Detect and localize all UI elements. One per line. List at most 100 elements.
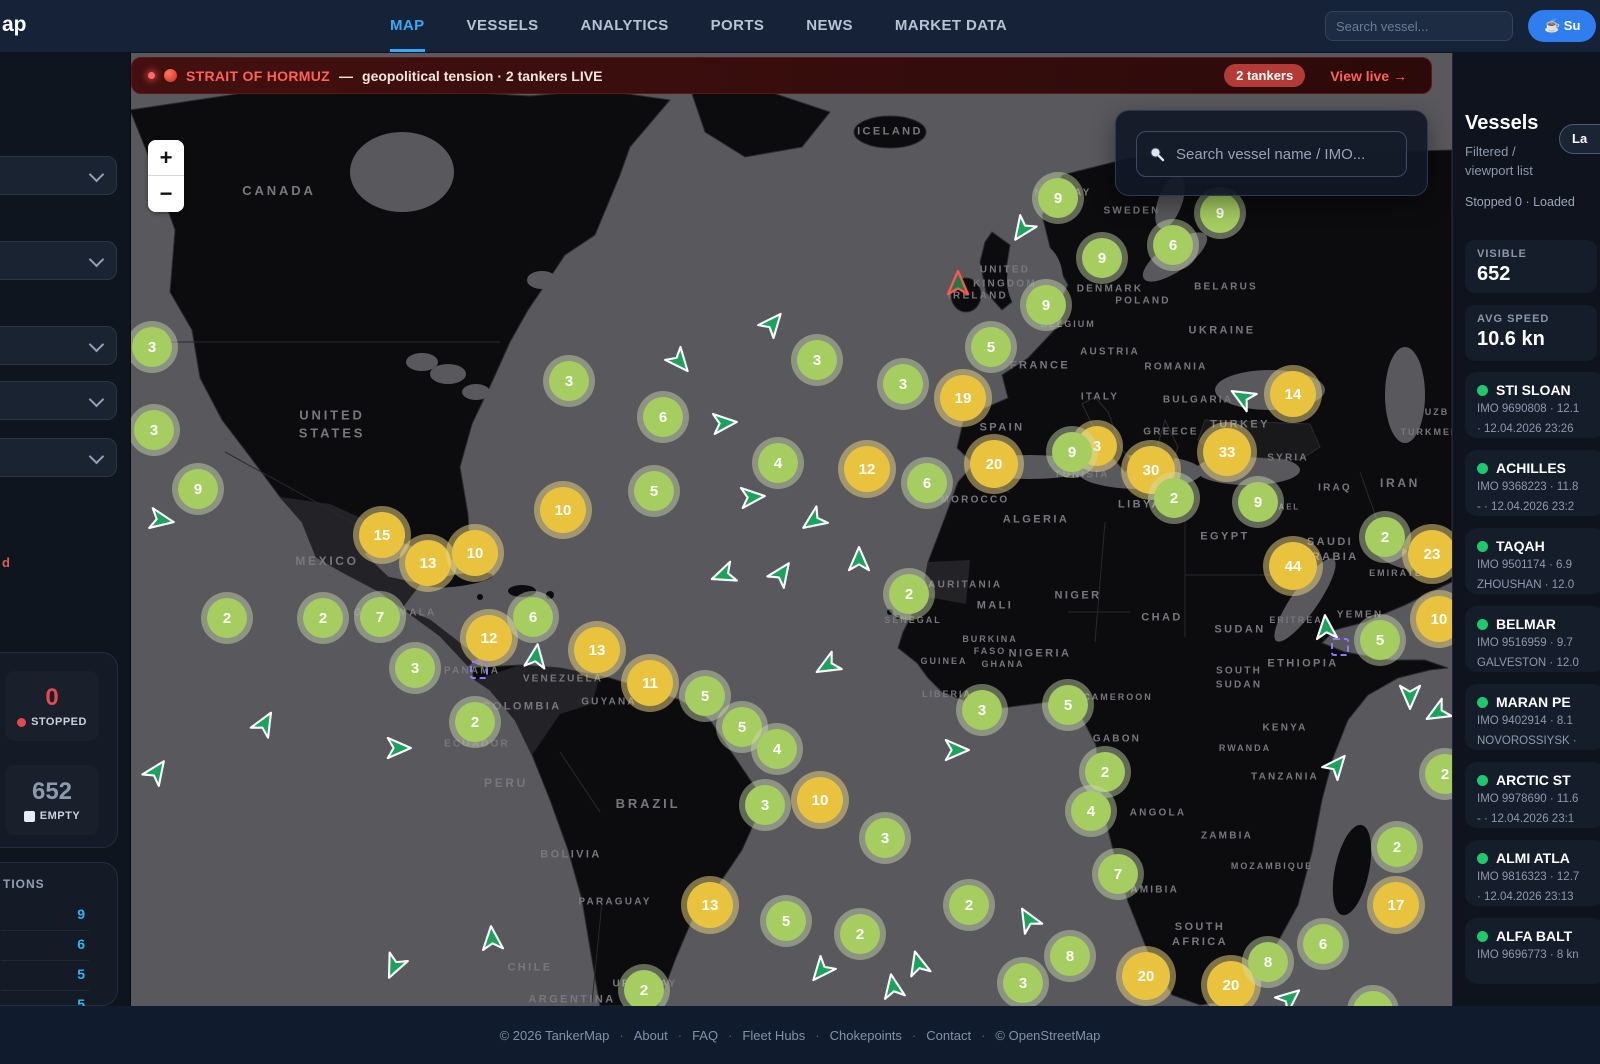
cluster-marker-6[interactable]: 6 [643, 397, 683, 437]
cluster-marker-17[interactable]: 17 [1373, 882, 1419, 928]
cluster-marker-5[interactable]: 5 [766, 901, 806, 941]
cluster-marker-10[interactable]: 10 [797, 777, 843, 823]
cluster-marker-3[interactable]: 3 [549, 361, 589, 401]
cluster-marker-6[interactable]: 6 [907, 463, 947, 503]
cluster-marker-10[interactable]: 10 [452, 530, 498, 576]
cluster-marker-9[interactable]: 9 [1200, 193, 1240, 233]
cluster-marker-2[interactable]: 2 [1365, 517, 1405, 557]
cluster-marker-4[interactable]: 4 [758, 443, 798, 483]
support-button[interactable]: ☕ Su [1528, 10, 1596, 42]
cluster-marker-3[interactable]: 3 [745, 785, 785, 825]
cluster-marker-19[interactable]: 19 [940, 375, 986, 421]
vessel-arrow-marker[interactable] [710, 408, 740, 438]
nav-item-analytics[interactable]: ANALYTICS [581, 0, 669, 49]
cluster-marker-3[interactable]: 3 [132, 327, 172, 367]
cluster-marker-3[interactable]: 3 [134, 410, 174, 450]
cluster-marker-2[interactable]: 2 [840, 914, 880, 954]
cluster-marker-2[interactable]: 2 [889, 574, 929, 614]
vessel-row[interactable]: STI SLOANIMO 9690808 · 12.1· 12.04.2026 … [1465, 372, 1600, 438]
cluster-marker-9[interactable]: 9 [1238, 482, 1278, 522]
vessel-row[interactable]: ALMI ATLAIMO 9816323 · 12.7· 12.04.2026 … [1465, 840, 1600, 906]
cluster-marker-6[interactable]: 6 [513, 597, 553, 637]
zoom-out-button[interactable]: − [148, 176, 184, 212]
cluster-marker-9[interactable]: 9 [1082, 238, 1122, 278]
vessel-arrow-marker[interactable] [477, 923, 507, 953]
vessel-row[interactable]: TAQAHIMO 9501174 · 6.9ZHOUSHAN · 12.0 [1465, 528, 1600, 594]
cluster-marker-33[interactable]: 33 [1203, 428, 1251, 476]
cluster-marker-3[interactable]: 3 [962, 690, 1002, 730]
cluster-marker-3[interactable]: 3 [797, 340, 837, 380]
footer-item-faq[interactable]: FAQ [692, 1028, 718, 1043]
cluster-marker-11[interactable]: 11 [627, 660, 673, 706]
vessel-arrow-marker[interactable] [146, 504, 178, 536]
cluster-marker-7[interactable]: 7 [360, 597, 400, 637]
nav-item-vessels[interactable]: VESSELS [467, 0, 539, 49]
cluster-marker-2[interactable]: 2 [303, 598, 343, 638]
vessel-row[interactable]: ARCTIC STIMO 9978690 · 11.6- · 12.04.202… [1465, 762, 1600, 828]
stopped-card[interactable]: 0 STOPPED [5, 671, 99, 741]
cluster-marker-20[interactable]: 20 [970, 440, 1018, 488]
filter-select-5[interactable] [0, 438, 117, 477]
vessel-arrow-marker[interactable] [520, 640, 552, 672]
cluster-marker-6[interactable]: 6 [1303, 924, 1343, 964]
cluster-marker-5[interactable]: 5 [685, 676, 725, 716]
cluster-marker-20[interactable]: 20 [1122, 952, 1170, 1000]
nav-item-market-data[interactable]: MARKET DATA [895, 0, 1007, 49]
destination-row[interactable]: 9 [1, 901, 89, 931]
cluster-marker-2[interactable]: 2 [1154, 478, 1194, 518]
cluster-marker-23[interactable]: 23 [1408, 530, 1452, 578]
cluster-marker-3[interactable]: 3 [865, 818, 905, 858]
cluster-marker-2[interactable]: 2 [1085, 752, 1125, 792]
cluster-marker-9[interactable]: 9 [1026, 285, 1066, 325]
destination-row[interactable]: 5 [1, 961, 89, 991]
vessel-row[interactable]: BELMARIMO 9516959 · 9.7GALVESTON · 12.0 [1465, 606, 1600, 672]
cluster-marker-44[interactable]: 44 [1269, 542, 1317, 590]
cluster-marker-10[interactable]: 10 [540, 487, 586, 533]
cluster-marker-5[interactable]: 5 [971, 327, 1011, 367]
cluster-marker-8[interactable]: 8 [1248, 942, 1288, 982]
vessel-row[interactable]: MARAN PEIMO 9402914 · 8.1NOVOROSSIYSK · [1465, 684, 1600, 750]
cluster-marker-5[interactable]: 5 [634, 471, 674, 511]
vessel-arrow-marker[interactable] [845, 545, 873, 573]
cluster-marker-13[interactable]: 13 [405, 540, 451, 586]
vessel-arrow-marker[interactable] [385, 734, 413, 762]
cluster-marker-9[interactable]: 9 [1038, 178, 1078, 218]
nav-item-news[interactable]: NEWS [806, 0, 853, 49]
zoom-in-button[interactable]: + [148, 140, 184, 176]
layers-pill-button[interactable]: La [1559, 124, 1600, 154]
view-live-link[interactable]: View live → [1330, 68, 1407, 84]
cluster-marker-4[interactable]: 4 [757, 729, 797, 769]
cluster-marker-20[interactable]: 20 [1207, 961, 1255, 1006]
map-search-field[interactable] [1136, 131, 1407, 177]
search-input[interactable] [1325, 11, 1513, 41]
cluster-marker-12[interactable]: 12 [844, 446, 890, 492]
cluster-marker-5[interactable]: 5 [722, 707, 762, 747]
selected-vessel-marker[interactable] [1331, 638, 1349, 656]
destination-row[interactable]: 6 [1, 931, 89, 961]
filter-select-4[interactable] [0, 381, 117, 420]
vessel-arrow-marker[interactable] [943, 736, 971, 764]
cluster-marker-8[interactable]: 8 [1050, 936, 1090, 976]
cluster-marker-3[interactable]: 3 [1003, 963, 1043, 1003]
vessel-row[interactable]: ACHILLESIMO 9368223 · 11.8- · 12.04.2026… [1465, 450, 1600, 516]
footer-item-chokepoints[interactable]: Chokepoints [830, 1028, 902, 1043]
cluster-marker-14[interactable]: 14 [1270, 371, 1316, 417]
vessel-row[interactable]: ALFA BALTIMO 9696773 · 8 kn [1465, 918, 1600, 984]
footer-item-about[interactable]: About [634, 1028, 668, 1043]
footer-item-fleet-hubs[interactable]: Fleet Hubs [742, 1028, 805, 1043]
alert-banner[interactable]: STRAIT OF HORMUZ — geopolitical tension … [131, 57, 1432, 94]
cluster-marker-6[interactable]: 6 [1153, 225, 1193, 265]
nav-item-map[interactable]: MAP [390, 0, 425, 52]
filter-select-2[interactable] [0, 241, 117, 280]
cluster-marker-2[interactable]: 2 [1377, 827, 1417, 867]
filter-select-3[interactable] [0, 326, 117, 365]
empty-card[interactable]: 652 EMPTY [5, 765, 99, 835]
cluster-marker-2[interactable]: 2 [455, 702, 495, 742]
cluster-marker-12[interactable]: 12 [466, 615, 512, 661]
cluster-marker-13[interactable]: 13 [574, 627, 620, 673]
selected-vessel-marker[interactable] [470, 661, 488, 679]
cluster-marker-5[interactable]: 5 [1048, 685, 1088, 725]
cluster-marker-5[interactable]: 5 [1360, 620, 1400, 660]
cluster-marker-2[interactable]: 2 [624, 970, 664, 1006]
app-logo[interactable]: ap [2, 13, 27, 37]
